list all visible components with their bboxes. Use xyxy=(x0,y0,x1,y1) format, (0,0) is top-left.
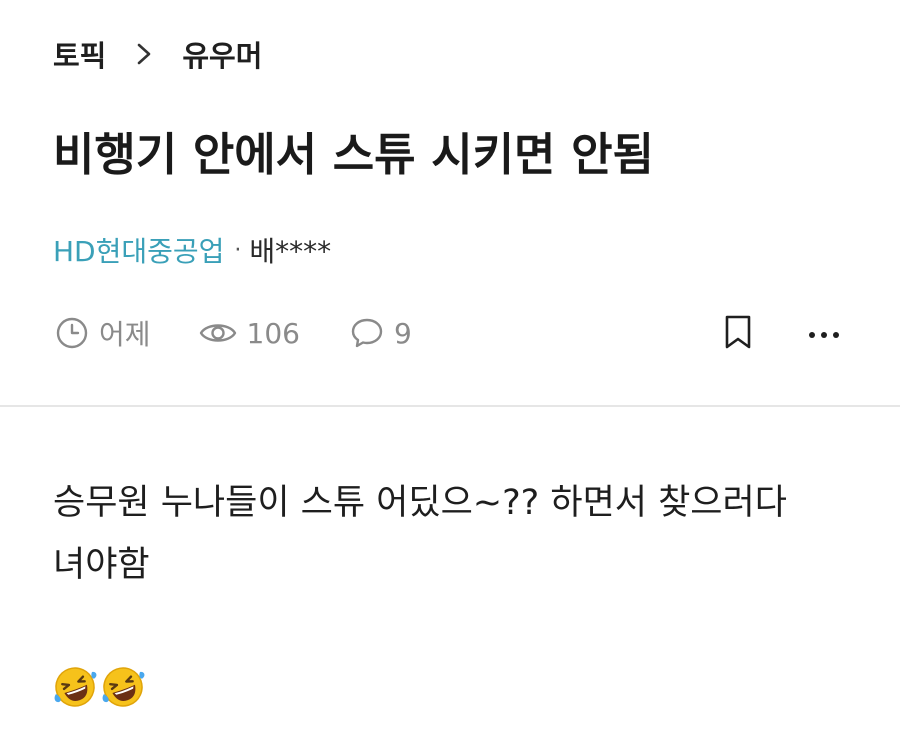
author-name: 배**** xyxy=(249,235,332,268)
rolling-laughing-emoji-icon xyxy=(100,664,146,714)
post-meta: HD현대중공업 · 배**** xyxy=(53,228,331,272)
post-body-line-2: 녀야함 xyxy=(53,545,150,585)
divider xyxy=(0,405,900,407)
comment-count: 9 xyxy=(393,316,412,350)
view-count: 106 xyxy=(246,316,300,350)
breadcrumb-topic[interactable]: 토픽 xyxy=(53,33,106,75)
bookmark-button[interactable] xyxy=(720,312,756,356)
emoji-row xyxy=(52,664,148,714)
more-options-button[interactable] xyxy=(806,312,842,356)
eye-icon xyxy=(199,316,237,350)
more-dots-icon xyxy=(807,325,841,344)
post-body: 승무원 누나들이 스튜 어딨으~?? 하면서 찾으러다 녀야함 xyxy=(53,472,873,596)
chevron-right-icon xyxy=(136,42,152,66)
meta-separator: · xyxy=(234,237,242,263)
rolling-laughing-emoji-icon xyxy=(52,664,98,714)
post-time: 어제 xyxy=(99,318,151,351)
post-actions xyxy=(720,312,842,356)
post-stats: 어제 106 9 xyxy=(55,310,412,356)
post-body-line-1: 승무원 누나들이 스튜 어딨으~?? 하면서 찾으러다 xyxy=(53,483,787,523)
stat-views: 106 xyxy=(199,316,300,350)
stat-time: 어제 xyxy=(55,313,151,353)
breadcrumb: 토픽 유우머 xyxy=(53,34,262,74)
post-title: 비행기 안에서 스튜 시키면 안됨 xyxy=(53,128,654,181)
clock-icon xyxy=(55,316,89,350)
company-link[interactable]: HD현대중공업 xyxy=(53,230,224,270)
breadcrumb-category[interactable]: 유우머 xyxy=(182,33,262,75)
speech-bubble-icon xyxy=(350,316,384,350)
stat-comments: 9 xyxy=(350,316,412,350)
bookmark-icon xyxy=(723,314,753,354)
